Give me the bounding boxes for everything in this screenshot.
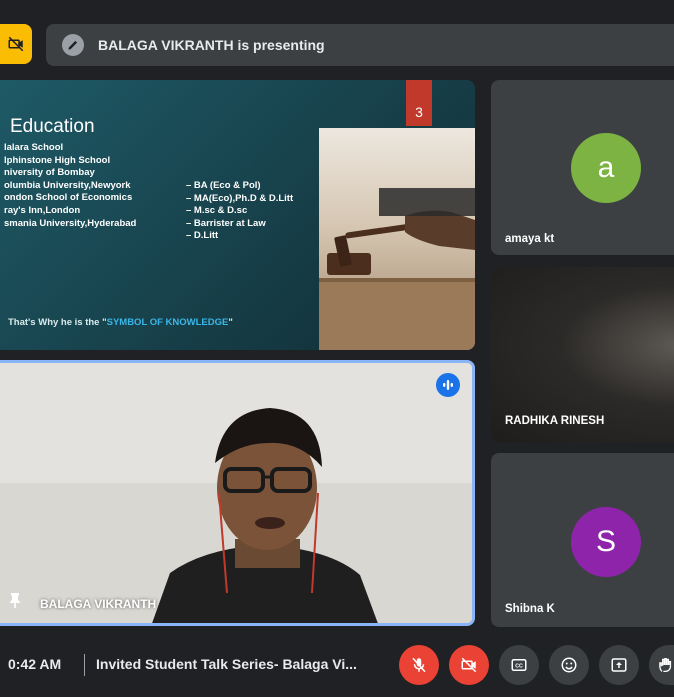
mic-off-icon (412, 657, 426, 673)
list-item: lalara School (4, 142, 64, 153)
slide-number: 3 (406, 80, 432, 126)
closed-captions-icon: CC (511, 659, 527, 671)
quote-highlight: SYMBOL OF KNOWLEDGE (106, 317, 229, 328)
participant-name: Shibna K (505, 603, 555, 615)
list-item: olumbia University,Newyork (4, 179, 131, 191)
emoji-icon (561, 657, 577, 673)
presenter-name: BALAGA VIKRANTH (40, 597, 157, 611)
list-item: – M.sc & D.sc (186, 205, 248, 217)
list-item: smania University,Hyderabad (4, 217, 137, 229)
presenter-video-tile[interactable]: BALAGA VIKRANTH (0, 360, 475, 626)
participant-name: amaya kt (505, 233, 555, 245)
svg-text:CC: CC (515, 664, 523, 670)
camera-off-icon (8, 36, 24, 52)
camera-off-indicator[interactable] (0, 24, 32, 64)
list-item: ray's Inn,London (4, 204, 81, 216)
presenter-video (0, 363, 472, 623)
presentation-slide[interactable]: 3 Education lalara School lphinstone Hig… (0, 80, 475, 350)
divider (84, 654, 85, 676)
meeting-title: Invited Student Talk Series- Balaga Vi..… (96, 656, 357, 672)
camera-toggle-button[interactable] (449, 645, 489, 685)
camera-off-icon (461, 657, 477, 673)
slide-title: Education (10, 116, 95, 137)
avatar: S (571, 507, 641, 577)
avatar: a (571, 133, 641, 203)
list-item: – Barrister at Law (186, 217, 266, 229)
gavel-image (319, 128, 475, 350)
participant-name: RADHIKA RINESH (505, 415, 605, 427)
slide-schools-list: lalara School lphinstone High School niv… (4, 142, 136, 230)
captions-button[interactable]: CC (499, 645, 539, 685)
participant-tile[interactable]: RADHIKA RINESH (491, 267, 674, 442)
list-item: niversity of Bombay (4, 167, 95, 179)
list-item: lphinstone High School (4, 154, 111, 166)
list-item: – BA (Eco & Pol) (186, 180, 261, 191)
clock-time: 0:42 AM (8, 656, 62, 672)
presenting-text: BALAGA VIKRANTH is presenting (98, 37, 325, 53)
list-item: – MA(Eco),Ph.D & D.Litt (186, 192, 294, 204)
list-item: – D.Litt (186, 230, 219, 242)
reactions-button[interactable] (549, 645, 589, 685)
speaking-indicator-icon (436, 373, 460, 397)
quote-suffix: " (228, 317, 233, 328)
participant-tile[interactable]: S Shibna K (491, 453, 674, 627)
raise-hand-icon (659, 657, 672, 673)
slide-degrees-list: – BA (Eco & Pol) – MA(Eco),Ph.D & D.Litt… (186, 180, 293, 243)
presenting-banner: BALAGA VIKRANTH is presenting (46, 24, 674, 66)
slide-quote: That's Why he is the "SYMBOL OF KNOWLEDG… (8, 317, 233, 328)
participant-tile[interactable]: a amaya kt (491, 80, 674, 255)
quote-prefix: That's Why he is the " (8, 317, 107, 328)
presenting-icon (62, 34, 84, 56)
list-item: ondon School of Economics (4, 192, 133, 204)
pin-icon[interactable] (8, 592, 22, 613)
present-now-button[interactable] (599, 645, 639, 685)
microphone-toggle-button[interactable] (399, 645, 439, 685)
present-screen-icon (611, 658, 627, 672)
